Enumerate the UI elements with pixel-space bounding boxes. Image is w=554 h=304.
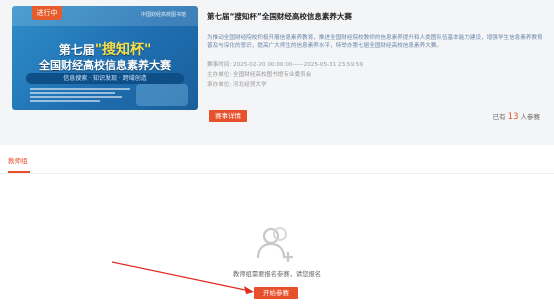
competition-info: 第七届“搜知杯”全国财经高校信息素养大赛 为推动全国财经院校积极开展信息素养教育… <box>207 10 547 90</box>
meta-organizer-label: 承办单位: <box>207 82 232 88</box>
competition-banner-image[interactable]: 进行中 中国财经高校图书馆 第七届"搜知杯" 全国财经高校信息素养大赛 信息搜索… <box>12 6 198 110</box>
count-number: 13 <box>507 112 519 122</box>
meta-organizer-value: 河北经贸大学 <box>233 82 267 88</box>
tab-teacher-group[interactable]: 教师组 <box>8 155 28 165</box>
empty-state-message: 教师组需要报名参赛，请您报名 <box>232 271 322 278</box>
meta-host-label: 主办单位: <box>207 72 232 78</box>
group-panel: 教师组 教师组需要报名参赛，请您报名 开始参赛 <box>0 145 554 304</box>
start-competition-button[interactable]: 开始参赛 <box>254 287 298 299</box>
count-suffix: 人参赛 <box>520 113 541 121</box>
count-prefix: 已有 <box>492 113 506 121</box>
banner-slogan: 信息搜索 · 知识发现 · 跨域创造 <box>26 73 184 84</box>
add-user-icon <box>256 227 293 262</box>
competition-meta: 赛事时间: 2025-02-20 00:00:00——2025-05-31 23… <box>207 60 547 90</box>
meta-organizer: 承办单位: 河北经贸大学 <box>207 80 547 90</box>
banner-logo-text: 中国财经高校图书馆 <box>140 12 186 18</box>
banner-illustration <box>136 84 188 106</box>
meta-host-value: 全国财经高校图书馆专业委员会 <box>233 72 312 78</box>
banner-text-lines <box>30 88 130 104</box>
meta-time-value: 2025-02-20 00:00:00——2025-05-31 23:59:59 <box>233 62 364 68</box>
banner-title-line1: 第七届"搜知杯" <box>12 39 198 59</box>
meta-time-label: 赛事时间: <box>207 62 232 68</box>
banner-title-line2: 全国财经高校信息素养大赛 <box>39 59 171 72</box>
meta-time: 赛事时间: 2025-02-20 00:00:00——2025-05-31 23… <box>207 60 547 70</box>
tab-active-indicator <box>8 171 30 173</box>
competition-title[interactable]: 第七届“搜知杯”全国财经高校信息素养大赛 <box>207 10 547 24</box>
status-badge: 进行中 <box>32 6 62 20</box>
competition-card: 进行中 中国财经高校图书馆 第七届"搜知杯" 全国财经高校信息素养大赛 信息搜索… <box>0 0 554 139</box>
banner-title-highlight: "搜知杯" <box>94 42 152 58</box>
banner-title-prefix: 第七届 <box>58 43 95 57</box>
competition-description: 为推动全国财经院校积极开展信息素养教育，推进全国财经院校教师的信息素养提升和人类… <box>207 35 543 49</box>
group-tabs: 教师组 <box>0 145 554 174</box>
participant-count: 已有 13 人参赛 <box>493 111 540 122</box>
meta-host: 主办单位: 全国财经高校图书馆专业委员会 <box>207 70 547 80</box>
competition-detail-button[interactable]: 赛事详情 <box>209 110 247 122</box>
